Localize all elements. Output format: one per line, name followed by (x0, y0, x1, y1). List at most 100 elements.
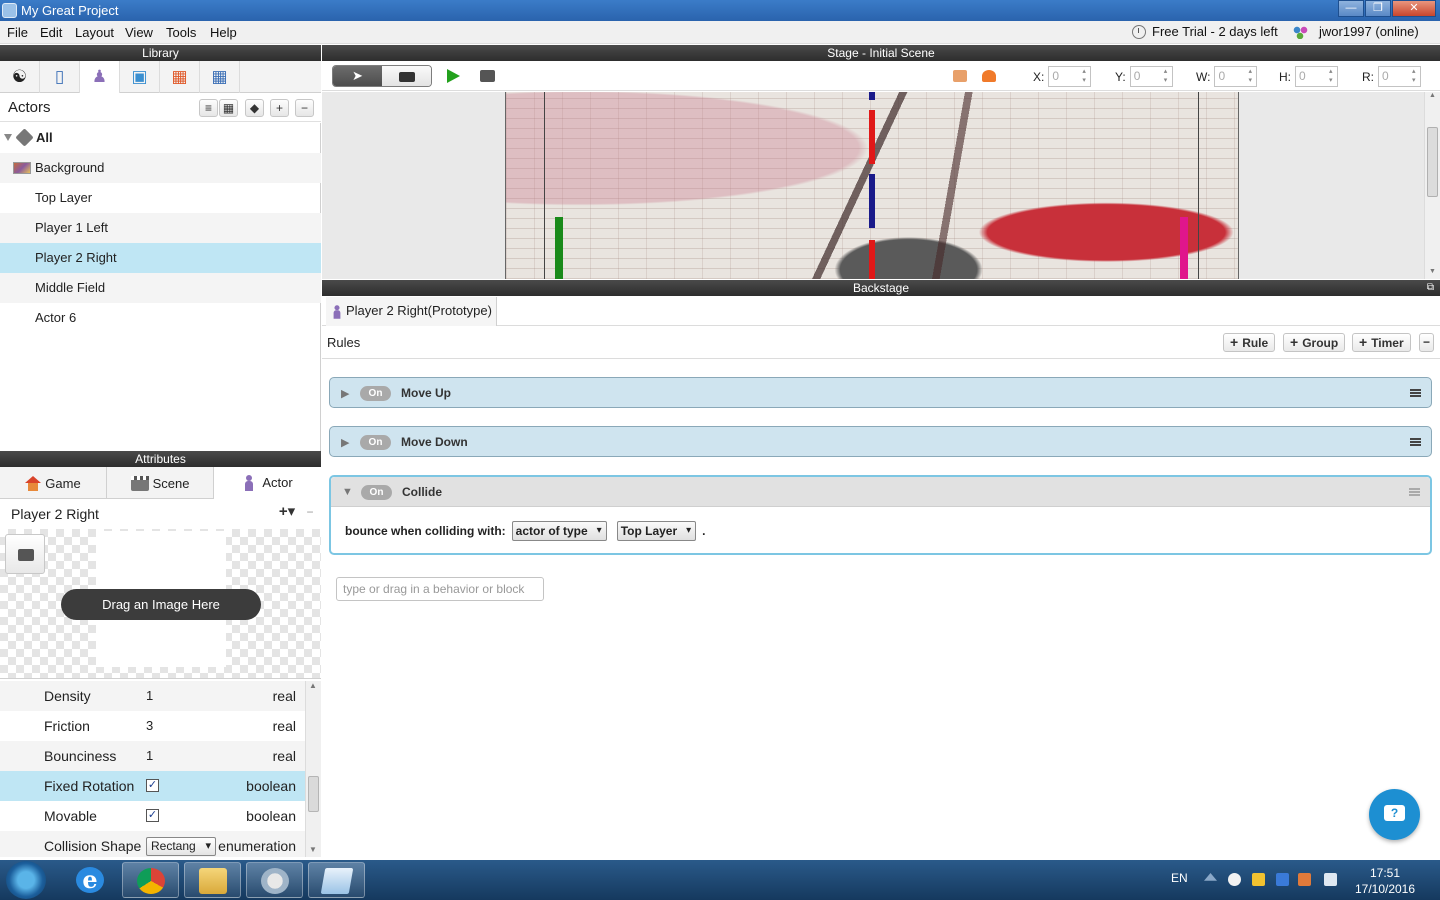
tag-button[interactable]: ◆ (245, 99, 264, 117)
library-tab-scenes[interactable]: ☯ (0, 61, 40, 93)
rule-collide[interactable]: ▼ On Collide bounce when colliding with:… (329, 475, 1432, 555)
rule-name[interactable]: Collide (402, 485, 442, 499)
property-movable[interactable]: Movable ✓ boolean (0, 801, 305, 831)
add-timer-button[interactable]: + Timer (1352, 333, 1411, 352)
menu-file[interactable]: File (7, 25, 28, 40)
library-tab-actors[interactable]: ♟ (80, 61, 120, 93)
add-attribute-button[interactable]: +▾ (275, 504, 299, 522)
expand-arrow-icon[interactable]: ▶ (341, 387, 349, 400)
property-value[interactable]: 1 (146, 741, 153, 771)
remove-rule-button[interactable]: − (1419, 333, 1435, 352)
actor-group-all[interactable]: All (0, 123, 321, 153)
screenshot-icon[interactable] (480, 70, 495, 82)
fixed-rotation-checkbox[interactable]: ✓ (146, 779, 159, 792)
y-input[interactable]: 0 (1129, 66, 1173, 87)
image-editor-button[interactable] (5, 534, 45, 574)
property-fixed-rotation[interactable]: Fixed Rotation ✓ boolean (0, 771, 305, 801)
collapse-arrow-icon[interactable]: ▼ (342, 486, 353, 498)
drag-handle-icon[interactable] (1409, 488, 1420, 496)
network-icon[interactable] (1298, 873, 1311, 886)
movable-checkbox[interactable]: ✓ (146, 809, 159, 822)
property-friction[interactable]: Friction 3 real (0, 711, 305, 741)
drag-handle-icon[interactable] (1410, 389, 1421, 397)
export-icon[interactable] (953, 70, 967, 82)
player-2-right-paddle[interactable] (1180, 217, 1188, 279)
property-density[interactable]: Density 1 real (0, 681, 305, 711)
rule-toggle[interactable]: On (360, 435, 391, 450)
middle-field-segment[interactable] (869, 110, 875, 164)
menu-view[interactable]: View (125, 25, 153, 40)
actor-middle-field[interactable]: Middle Field (0, 273, 321, 303)
stage-canvas[interactable] (322, 92, 1424, 279)
expand-arrow-icon[interactable]: ▶ (341, 436, 349, 449)
menu-tools[interactable]: Tools (166, 25, 196, 40)
tab-player-2-right-prototype[interactable]: Player 2 Right(Prototype) (326, 297, 497, 326)
collision-target-select[interactable]: Top Layer (616, 521, 697, 541)
player-1-left-paddle[interactable] (555, 217, 563, 279)
tray-utility-icon[interactable] (1252, 873, 1265, 886)
help-chat-button[interactable]: ? (1369, 789, 1420, 840)
rule-name[interactable]: Move Down (401, 435, 468, 449)
property-bounciness[interactable]: Bounciness 1 real (0, 741, 305, 771)
list-view-button[interactable]: ≡ (199, 99, 218, 117)
library-tab-behaviors[interactable]: ▦ (160, 61, 200, 93)
start-button[interactable] (6, 861, 46, 899)
add-group-button[interactable]: + Group (1283, 333, 1346, 352)
actor-player-2-right[interactable]: Player 2 Right (0, 243, 321, 273)
menu-help[interactable]: Help (210, 25, 237, 40)
menu-layout[interactable]: Layout (75, 25, 114, 40)
scroll-thumb[interactable] (1427, 127, 1438, 197)
remove-attribute-button[interactable]: − (302, 504, 318, 522)
minimize-button[interactable]: — (1338, 0, 1364, 17)
taskbar-stencyl[interactable] (246, 862, 303, 898)
library-tab-layers[interactable]: ▯ (40, 61, 80, 93)
rule-toggle[interactable]: On (360, 386, 391, 401)
maximize-button[interactable]: ❐ (1365, 0, 1391, 17)
collision-shape-select[interactable]: Rectang (146, 837, 216, 856)
property-value[interactable]: 3 (146, 711, 153, 741)
rotation-input[interactable]: 0 (1378, 66, 1421, 87)
rule-move-down[interactable]: ▶ On Move Down (329, 426, 1432, 457)
pointer-tool-button[interactable]: ➤ (333, 66, 382, 86)
user-status[interactable]: jwor1997 (online) (1292, 24, 1419, 39)
scroll-thumb[interactable] (308, 776, 319, 812)
collision-target-kind-select[interactable]: actor of type (511, 521, 607, 541)
property-collision-shape[interactable]: Collision Shape Rectang enumeration (0, 831, 305, 857)
grid-view-button[interactable]: ▦ (219, 99, 238, 117)
library-tab-images[interactable]: ▣ (120, 61, 160, 93)
volume-icon[interactable] (1324, 873, 1337, 886)
add-actor-button[interactable]: + (270, 99, 289, 117)
taskbar-clock[interactable]: 17:51 17/10/2016 (1350, 865, 1420, 897)
restore-icon[interactable]: ⧉ (1427, 280, 1434, 296)
stage-scrollbar[interactable]: ▲ ▼ (1424, 92, 1440, 279)
actor-player-1-left[interactable]: Player 1 Left (0, 213, 321, 243)
middle-field-segment[interactable] (869, 240, 875, 279)
tab-actor[interactable]: Actor (214, 467, 321, 499)
close-button[interactable]: ✕ (1392, 0, 1436, 17)
menu-edit[interactable]: Edit (40, 25, 62, 40)
taskbar-file-explorer[interactable] (184, 862, 241, 898)
drag-handle-icon[interactable] (1410, 438, 1421, 446)
rule-name[interactable]: Move Up (401, 386, 451, 400)
taskbar-internet-explorer[interactable]: e (62, 862, 119, 898)
upload-icon[interactable] (982, 70, 996, 82)
scroll-down-icon[interactable]: ▼ (309, 845, 317, 854)
show-hidden-icons-icon[interactable] (1204, 873, 1217, 881)
actor-image-dropzone[interactable]: Drag an Image Here (0, 529, 321, 679)
taskbar-notepad[interactable] (308, 862, 365, 898)
security-shield-icon[interactable] (1276, 873, 1289, 886)
behavior-search-input[interactable]: type or drag in a behavior or block (336, 577, 544, 601)
remove-actor-button[interactable]: − (295, 99, 314, 117)
tab-game[interactable]: Game (0, 467, 107, 499)
tray-app-icon[interactable] (1228, 873, 1241, 886)
trial-status[interactable]: Free Trial - 2 days left (1132, 24, 1278, 39)
add-rule-button[interactable]: + Rule (1223, 333, 1276, 352)
property-value[interactable]: 1 (146, 681, 153, 711)
x-input[interactable]: 0 (1048, 66, 1092, 87)
properties-scrollbar[interactable]: ▲ ▼ (305, 681, 321, 857)
language-indicator[interactable]: EN (1171, 871, 1188, 885)
rule-move-up[interactable]: ▶ On Move Up (329, 377, 1432, 408)
expand-icon[interactable] (4, 134, 12, 141)
library-tab-tables[interactable]: ▦ (200, 61, 240, 93)
middle-field-segment[interactable] (869, 174, 875, 228)
